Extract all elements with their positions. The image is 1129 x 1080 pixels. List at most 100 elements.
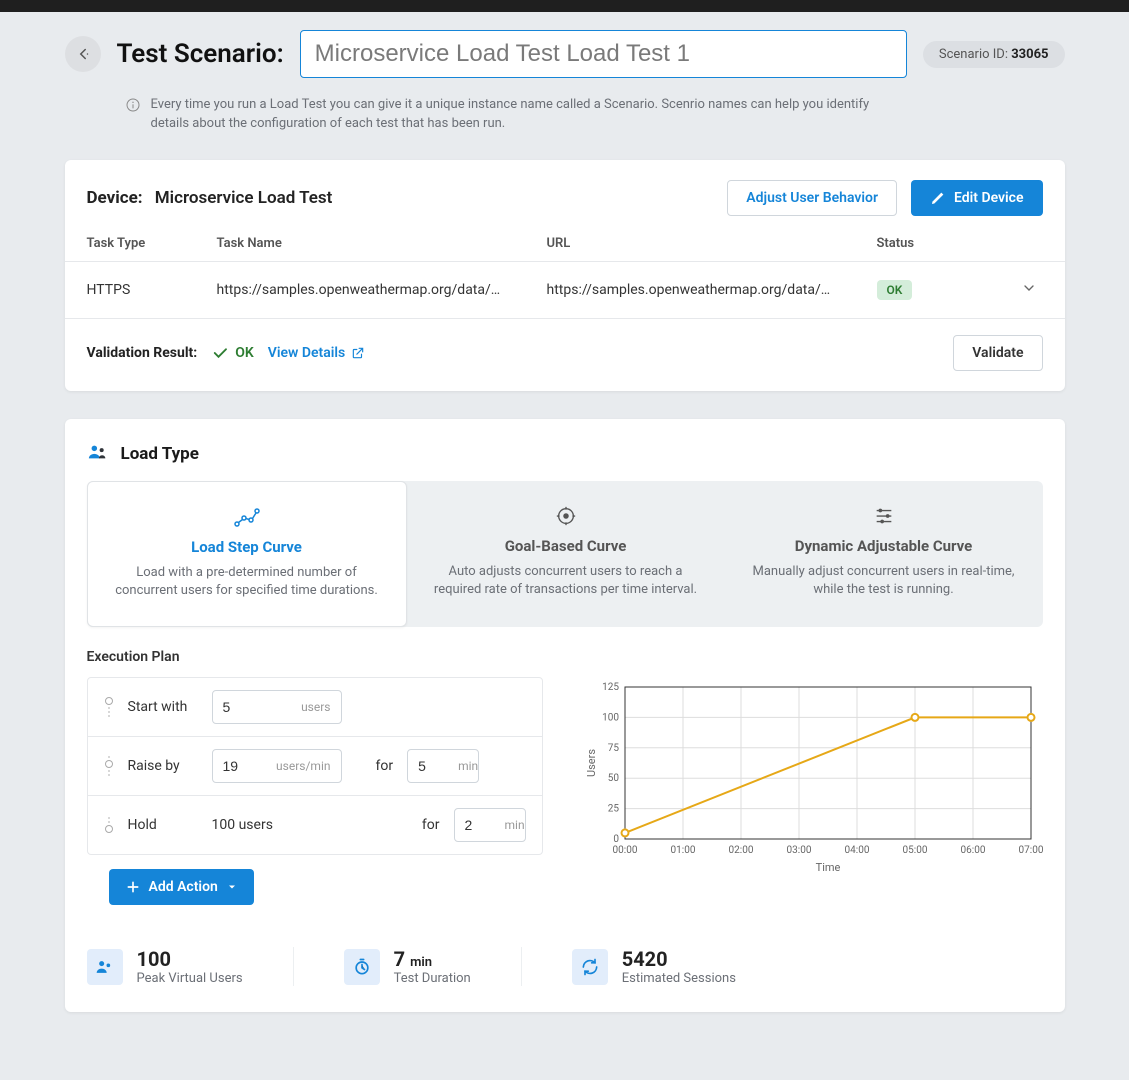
chevron-down-icon — [1021, 280, 1037, 296]
page-title-label: Test Scenario: — [117, 39, 284, 69]
users-icon — [87, 949, 123, 985]
top-bar — [0, 0, 1129, 12]
task-type-value: HTTPS — [87, 282, 217, 298]
caret-down-icon — [226, 881, 238, 893]
stopwatch-icon — [344, 949, 380, 985]
duration-label: Test Duration — [394, 971, 471, 986]
info-text: Every time you run a Load Test you can g… — [151, 96, 885, 134]
svg-text:02:00: 02:00 — [728, 845, 753, 856]
step-curve-icon — [233, 506, 261, 528]
svg-text:Users: Users — [585, 749, 598, 777]
hold-for-input[interactable]: min — [454, 808, 526, 842]
scenario-id-label: Scenario ID: — [939, 47, 1008, 62]
validation-result-label: Validation Result: — [87, 345, 198, 361]
hold-value: 100 users — [212, 817, 273, 833]
svg-text:05:00: 05:00 — [902, 845, 927, 856]
curve-title: Goal-Based Curve — [427, 537, 705, 555]
svg-text:75: 75 — [607, 743, 619, 754]
curve-title: Dynamic Adjustable Curve — [745, 537, 1023, 555]
svg-text:03:00: 03:00 — [786, 845, 811, 856]
execution-plan-form: Start with users Raise by users/min — [87, 677, 543, 855]
peak-users-label: Peak Virtual Users — [137, 971, 243, 986]
scenario-id-chip: Scenario ID: 33065 — [923, 41, 1065, 68]
exec-row-hold: Hold 100 users for min — [88, 796, 542, 854]
curve-goal-based[interactable]: Goal-Based Curve Auto adjusts concurrent… — [407, 481, 725, 627]
col-task-type: Task Type — [87, 236, 217, 251]
stat-sessions: 5420 Estimated Sessions — [572, 947, 786, 986]
svg-text:0: 0 — [613, 834, 619, 845]
svg-text:00:00: 00:00 — [612, 845, 637, 856]
scenario-name-input[interactable] — [300, 30, 907, 78]
curve-desc: Load with a pre-determined number of con… — [108, 564, 386, 600]
external-link-icon — [351, 346, 365, 360]
start-with-label: Start with — [128, 699, 198, 715]
expand-row-button[interactable] — [997, 280, 1037, 300]
edit-device-button[interactable]: Edit Device — [911, 180, 1043, 216]
curve-title: Load Step Curve — [108, 538, 386, 556]
svg-text:125: 125 — [602, 682, 619, 693]
curve-dynamic[interactable]: Dynamic Adjustable Curve Manually adjust… — [725, 481, 1043, 627]
refresh-icon — [572, 949, 608, 985]
duration-value: 7 — [394, 947, 405, 971]
col-task-name: Task Name — [217, 236, 547, 251]
svg-text:07:00: 07:00 — [1018, 845, 1042, 856]
sessions-label: Estimated Sessions — [622, 971, 736, 986]
col-url: URL — [547, 236, 877, 251]
hold-label: Hold — [128, 817, 198, 833]
task-row[interactable]: HTTPS https://samples.openweathermap.org… — [65, 261, 1065, 319]
sessions-value: 5420 — [622, 947, 736, 971]
info-icon — [125, 97, 141, 134]
stat-duration: 7 min Test Duration — [344, 947, 522, 986]
device-label: Device: — [87, 188, 143, 208]
svg-text:100: 100 — [602, 712, 619, 723]
curve-desc: Auto adjusts concurrent users to reach a… — [427, 563, 705, 599]
duration-unit: min — [410, 955, 432, 970]
validation-status: OK — [211, 344, 254, 362]
device-card: Device: Microservice Load Test Adjust Us… — [65, 160, 1065, 391]
start-with-input[interactable]: users — [212, 690, 342, 724]
sliders-icon — [872, 505, 896, 527]
exec-row-start: Start with users — [88, 678, 542, 737]
validate-button-label: Validate — [972, 345, 1023, 361]
svg-text:50: 50 — [607, 773, 619, 784]
pencil-icon — [930, 190, 946, 206]
plus-icon — [125, 879, 141, 895]
target-icon — [554, 505, 578, 527]
arrow-left-icon — [74, 45, 92, 63]
svg-text:04:00: 04:00 — [844, 845, 869, 856]
task-table-header: Task Type Task Name URL Status — [65, 226, 1065, 261]
raise-by-label: Raise by — [128, 758, 198, 774]
check-icon — [211, 344, 229, 362]
task-url-value: https://samples.openweathermap.org/data/… — [547, 282, 877, 298]
svg-text:Time: Time — [815, 861, 840, 874]
scenario-id-value: 33065 — [1011, 47, 1048, 62]
add-action-label: Add Action — [149, 879, 218, 895]
back-button[interactable] — [65, 36, 101, 72]
load-type-title: Load Type — [121, 444, 199, 464]
col-status: Status — [877, 236, 997, 251]
svg-text:06:00: 06:00 — [960, 845, 985, 856]
users-icon — [87, 441, 109, 467]
raise-for-input[interactable]: min — [407, 749, 479, 783]
svg-text:01:00: 01:00 — [670, 845, 695, 856]
validate-button[interactable]: Validate — [953, 335, 1042, 371]
execution-plan-title: Execution Plan — [65, 627, 1065, 677]
status-badge: OK — [877, 280, 913, 300]
stat-peak-users: 100 Peak Virtual Users — [87, 947, 294, 986]
view-details-link[interactable]: View Details — [268, 345, 365, 361]
add-action-button[interactable]: Add Action — [109, 869, 254, 905]
load-type-card: Load Type Load Step Curve Load with a pr… — [65, 419, 1065, 1012]
execution-plan-chart: 0 25 50 75 100 125 00:00 01:00 02:00 03:00 04:00 05… — [583, 677, 1043, 881]
curve-desc: Manually adjust concurrent users in real… — [745, 563, 1023, 599]
curve-load-step[interactable]: Load Step Curve Load with a pre-determin… — [87, 481, 407, 627]
raise-by-input[interactable]: users/min — [212, 749, 342, 783]
edit-button-label: Edit Device — [954, 190, 1024, 206]
svg-text:25: 25 — [607, 804, 619, 815]
for-label-2: for — [422, 817, 440, 833]
adjust-user-behavior-button[interactable]: Adjust User Behavior — [727, 180, 897, 216]
for-label: for — [376, 758, 394, 774]
adjust-button-label: Adjust User Behavior — [746, 190, 878, 206]
exec-row-raise: Raise by users/min for min — [88, 737, 542, 796]
task-name-value: https://samples.openweathermap.org/data/… — [217, 282, 547, 298]
device-name: Microservice Load Test — [155, 188, 333, 208]
